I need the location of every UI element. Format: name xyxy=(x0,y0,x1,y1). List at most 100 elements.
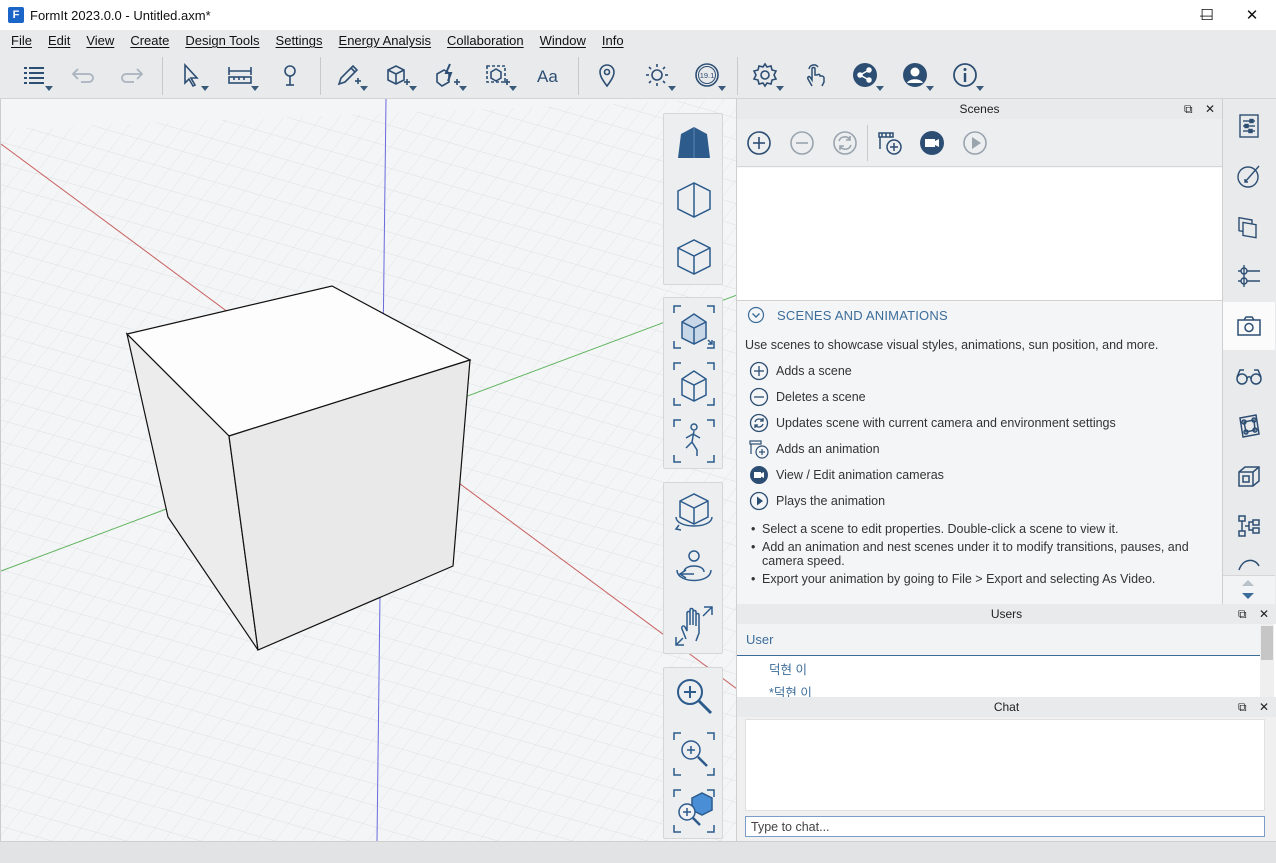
box-tool-button[interactable] xyxy=(378,59,418,91)
menu-edit[interactable]: Edit xyxy=(40,33,78,48)
materials-tab[interactable] xyxy=(1223,152,1275,200)
navigation-group xyxy=(663,482,723,654)
scrollbar-thumb[interactable] xyxy=(1261,626,1273,660)
close-button[interactable]: ✕ xyxy=(1229,0,1275,30)
chat-input[interactable] xyxy=(745,816,1265,837)
levels-tab[interactable] xyxy=(1223,252,1275,300)
minimize-button-2[interactable] xyxy=(1139,0,1185,30)
sketch-tool-button[interactable] xyxy=(329,59,369,91)
camera-3d-button[interactable] xyxy=(671,359,717,409)
pan-button[interactable] xyxy=(671,601,717,651)
caret-icon xyxy=(201,86,209,91)
dynamo-tab[interactable] xyxy=(1223,402,1275,450)
svg-text:Aa: Aa xyxy=(537,67,558,86)
touch-button[interactable] xyxy=(795,59,835,91)
close-panel-icon[interactable]: ✕ xyxy=(1259,604,1269,624)
layers-tab[interactable] xyxy=(1223,202,1275,250)
dock-icon[interactable]: ⧉ xyxy=(1184,99,1193,119)
group-tool-button[interactable] xyxy=(478,59,518,91)
select-tool-button[interactable] xyxy=(170,59,210,91)
ortho-view-button[interactable] xyxy=(671,232,717,282)
more-tab[interactable] xyxy=(1223,549,1275,575)
help-action-row: Adds a scene xyxy=(749,361,852,381)
info-button[interactable] xyxy=(945,59,985,91)
3d-viewport[interactable] xyxy=(0,99,736,841)
menu-bar: File Edit View Create Design Tools Setti… xyxy=(0,30,1276,51)
account-button[interactable] xyxy=(895,59,935,91)
measure-tool-button[interactable] xyxy=(220,59,260,91)
scenes-list[interactable] xyxy=(737,168,1222,301)
tape-icon xyxy=(284,65,296,86)
help-action-row: Adds an animation xyxy=(749,439,880,459)
caret-icon xyxy=(926,86,934,91)
menu-design-tools[interactable]: Design Tools xyxy=(177,33,267,48)
zoom-window-button[interactable] xyxy=(671,729,717,779)
menu-info[interactable]: Info xyxy=(594,33,632,48)
help-title-row[interactable]: SCENES AND ANIMATIONS xyxy=(747,306,948,324)
sun-button[interactable] xyxy=(637,59,677,91)
menu-energy-analysis[interactable]: Energy Analysis xyxy=(331,33,440,48)
chat-panel: Chat ⧉ ✕ xyxy=(736,697,1276,841)
plugin-icon xyxy=(1238,515,1260,537)
iso-view-button[interactable] xyxy=(671,175,717,225)
delete-scene-button[interactable] xyxy=(786,127,818,159)
maximize-button[interactable]: ☐ xyxy=(1184,0,1230,30)
iso-icon xyxy=(677,182,711,218)
menu-file[interactable]: File xyxy=(3,33,40,48)
properties-tab[interactable] xyxy=(1223,102,1275,150)
scene-canvas[interactable] xyxy=(1,99,736,841)
look-around-button[interactable] xyxy=(671,544,717,594)
layers-menu-button[interactable] xyxy=(14,59,54,91)
plugin-tab[interactable] xyxy=(1223,502,1275,550)
scroll-down-icon[interactable] xyxy=(1242,593,1254,599)
location-button[interactable] xyxy=(587,59,627,91)
add-scene-button[interactable] xyxy=(743,127,775,159)
orbit-button[interactable] xyxy=(671,487,717,537)
camera-3d-icon xyxy=(673,362,715,406)
share-button[interactable] xyxy=(845,59,885,91)
scenes-tab[interactable] xyxy=(1223,302,1275,350)
quick-tool-button[interactable] xyxy=(428,59,468,91)
close-panel-icon[interactable]: ✕ xyxy=(1259,697,1269,717)
menu-view[interactable]: View xyxy=(78,33,122,48)
group-icon xyxy=(486,65,510,85)
info-icon xyxy=(953,63,977,87)
zoom-button[interactable] xyxy=(671,672,717,722)
users-scrollbar[interactable] xyxy=(1260,624,1274,697)
play-animation-button[interactable] xyxy=(959,127,991,159)
groups-tab[interactable] xyxy=(1223,452,1275,500)
user-list-item[interactable]: 덕현 이 xyxy=(769,659,807,678)
menu-create[interactable]: Create xyxy=(122,33,177,48)
ortho-cube-icon xyxy=(677,239,711,275)
walk-icon xyxy=(673,419,715,463)
quick-tool-icon xyxy=(436,63,460,87)
user-column-header[interactable]: User xyxy=(737,624,1260,656)
visual-styles-tab[interactable] xyxy=(1223,352,1275,400)
add-animation-button[interactable] xyxy=(874,127,906,159)
settings-button[interactable] xyxy=(745,59,785,91)
visual-styles-icon xyxy=(1236,369,1262,385)
scroll-up-icon[interactable] xyxy=(1242,580,1254,586)
version-button[interactable]: 19.1 xyxy=(687,59,727,91)
dock-icon[interactable]: ⧉ xyxy=(1238,604,1247,624)
sun-icon xyxy=(646,64,668,86)
redo-button[interactable] xyxy=(112,59,152,91)
menu-window[interactable]: Window xyxy=(532,33,594,48)
scenes-toolbar-divider xyxy=(867,125,868,161)
update-icon xyxy=(833,131,857,155)
camera-plan-button[interactable] xyxy=(671,302,717,352)
box-icon xyxy=(387,65,410,85)
walk-button[interactable] xyxy=(671,416,717,466)
measure-icon xyxy=(228,67,252,84)
animation-cameras-button[interactable] xyxy=(916,127,948,159)
dock-icon[interactable]: ⧉ xyxy=(1238,697,1247,717)
tape-tool-button[interactable] xyxy=(270,59,310,91)
close-panel-icon[interactable]: ✕ xyxy=(1205,99,1215,119)
undo-button[interactable] xyxy=(63,59,103,91)
update-scene-button[interactable] xyxy=(829,127,861,159)
text-tool-button[interactable]: Aa xyxy=(528,59,568,91)
menu-settings[interactable]: Settings xyxy=(268,33,331,48)
perspective-view-button[interactable] xyxy=(671,118,717,168)
menu-collaboration[interactable]: Collaboration xyxy=(439,33,532,48)
zoom-extents-button[interactable] xyxy=(671,786,717,836)
